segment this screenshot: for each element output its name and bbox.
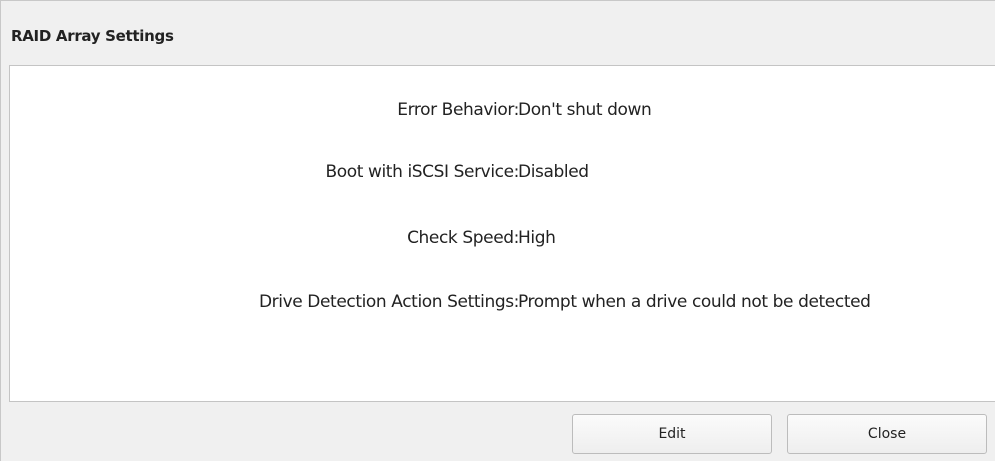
close-button[interactable]: Close — [787, 414, 987, 454]
setting-row-error-behavior: Error Behavior: Don't shut down — [10, 98, 995, 122]
setting-row-check-speed: Check Speed: High — [10, 226, 995, 250]
setting-label: Error Behavior: — [397, 100, 519, 120]
setting-value: High — [518, 228, 556, 248]
setting-label: Check Speed: — [407, 228, 519, 248]
setting-value: Disabled — [518, 162, 589, 182]
setting-label: Drive Detection Action Settings: — [258, 292, 519, 312]
dialog-header: RAID Array Settings — [1, 1, 995, 65]
setting-value: Prompt when a drive could not be detecte… — [518, 292, 871, 312]
edit-button[interactable]: Edit — [572, 414, 772, 454]
settings-panel: Error Behavior: Don't shut down Boot wit… — [9, 65, 995, 402]
raid-array-settings-dialog: RAID Array Settings Error Behavior: Don'… — [0, 0, 995, 461]
setting-label: Boot with iSCSI Service: — [325, 162, 519, 182]
setting-row-boot-with-iscsi: Boot with iSCSI Service: Disabled — [10, 160, 995, 184]
setting-value: Don't shut down — [518, 100, 652, 120]
dialog-title: RAID Array Settings — [11, 27, 174, 45]
setting-row-drive-detection: Drive Detection Action Settings: Prompt … — [10, 290, 995, 314]
